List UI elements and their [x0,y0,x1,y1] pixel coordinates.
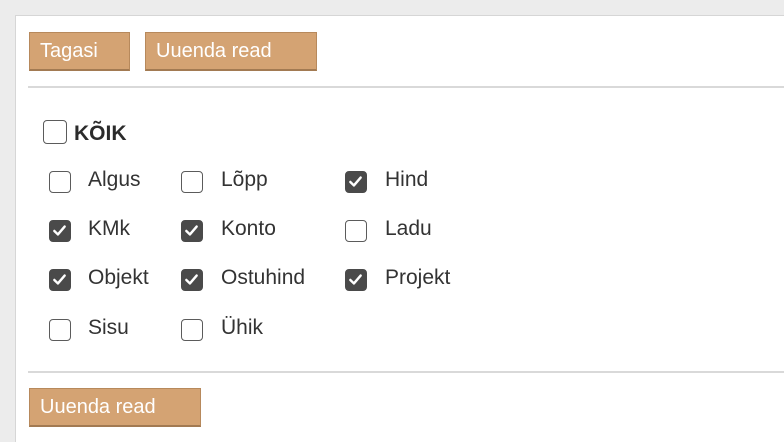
checkbox-label-algus: Algus [88,168,141,191]
checkmark-icon [185,225,198,236]
select-all-checkbox[interactable] [43,120,67,144]
checkbox-label-objekt: Objekt [88,266,149,289]
update-rows-button-bottom[interactable]: Uuenda read [29,388,201,427]
checkbox-label-ladu: Ladu [385,217,432,240]
checkmark-icon [53,274,66,285]
checkbox-ladu[interactable] [345,220,367,242]
checkbox-label-kmk: KMk [88,217,130,240]
checkbox-kmk[interactable] [49,220,71,242]
checkbox-uhik[interactable] [181,319,203,341]
checkbox-objekt[interactable] [49,269,71,291]
checkmark-icon [349,274,362,285]
checkbox-label-projekt: Projekt [385,266,451,289]
checkbox-konto[interactable] [181,220,203,242]
checkbox-hind[interactable] [345,171,367,193]
checkbox-label-uhik: Ühik [221,316,264,339]
back-button[interactable]: Tagasi [29,32,130,71]
checkbox-label-sisu: Sisu [88,316,129,339]
column-selector-panel: Tagasi Uuenda read KÕIK Algus Lõpp Hind … [15,15,784,442]
checkmark-icon [53,225,66,236]
checkbox-sisu[interactable] [49,319,71,341]
checkbox-label-lopp: Lõpp [221,168,268,191]
update-rows-button[interactable]: Uuenda read [145,32,317,71]
checkbox-label-ostuhind: Ostuhind [221,266,306,289]
checkbox-ostuhind[interactable] [181,269,203,291]
divider [28,86,784,88]
checkbox-label-hind: Hind [385,168,429,191]
divider [28,371,784,373]
checkbox-label-konto: Konto [221,217,276,240]
select-all-label: KÕIK [74,122,127,145]
checkmark-icon [185,274,198,285]
checkmark-icon [349,176,362,187]
checkbox-algus[interactable] [49,171,71,193]
checkbox-projekt[interactable] [345,269,367,291]
checkbox-lopp[interactable] [181,171,203,193]
